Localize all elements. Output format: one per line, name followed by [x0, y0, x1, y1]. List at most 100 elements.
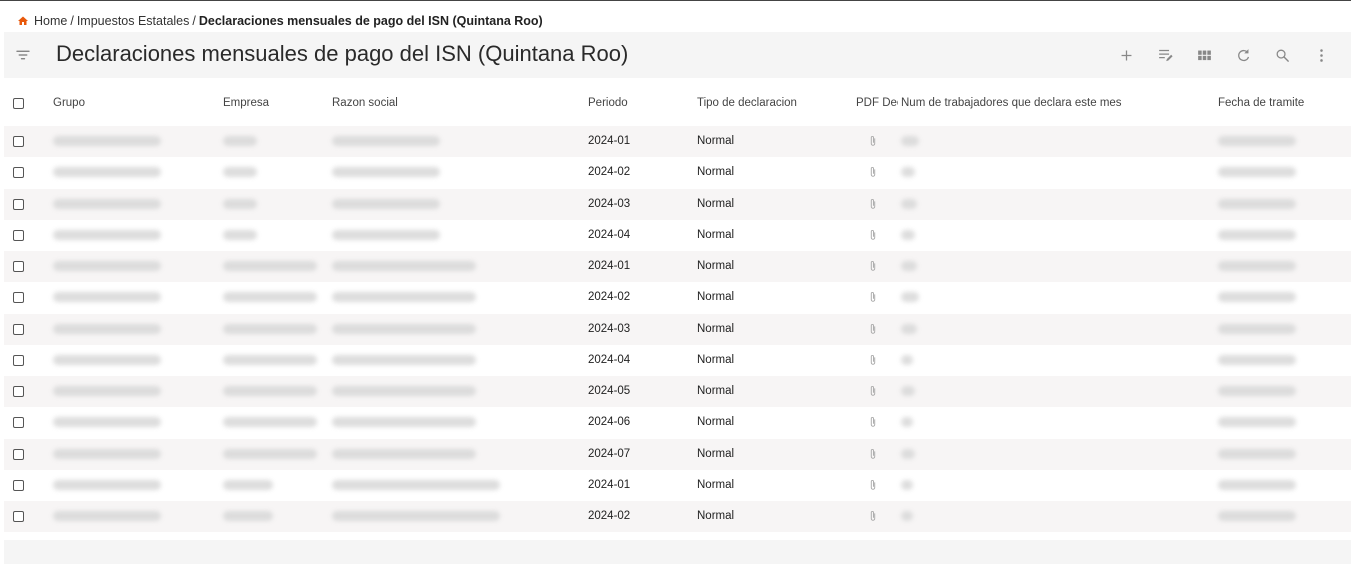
redacted-razon-social	[332, 136, 440, 146]
row-checkbox[interactable]	[13, 229, 24, 241]
redacted-empresa	[223, 354, 317, 365]
cell-tipo: Normal	[697, 416, 735, 429]
redacted-razon-social	[332, 323, 476, 334]
breadcrumb: Home / Impuestos Estatales / Declaracion…	[17, 12, 543, 30]
table-row[interactable]: 2024-03 Normal	[4, 313, 1351, 345]
attachment-icon[interactable]	[868, 198, 878, 210]
column-header-tipo[interactable]: Tipo de declaracion	[697, 97, 797, 109]
table-row[interactable]: 2024-01 Normal	[4, 251, 1351, 283]
table-row[interactable]: 2024-07 Normal	[4, 438, 1351, 470]
attachment-icon[interactable]	[868, 385, 878, 397]
column-header-empresa[interactable]: Empresa	[223, 97, 269, 109]
row-checkbox[interactable]	[13, 479, 24, 491]
redacted-empresa	[223, 417, 317, 428]
cell-periodo: 2024-04	[588, 228, 631, 241]
edit-columns-button[interactable]	[1146, 42, 1185, 68]
table-row[interactable]: 2024-02 Normal	[4, 157, 1351, 189]
cell-tipo: Normal	[697, 478, 735, 491]
attachment-icon[interactable]	[868, 291, 878, 303]
cell-periodo: 2024-07	[588, 447, 631, 460]
toolbar-actions	[1107, 42, 1341, 68]
row-checkbox[interactable]	[13, 448, 24, 460]
redacted-num-trabajadores	[901, 386, 915, 396]
redacted-fecha	[1218, 323, 1296, 334]
redacted-razon-social	[332, 417, 476, 428]
breadcrumb-section-link[interactable]: Impuestos Estatales	[77, 14, 190, 28]
attachment-icon[interactable]	[868, 166, 878, 178]
redacted-razon-social	[332, 167, 440, 178]
cell-periodo: 2024-01	[588, 260, 631, 272]
redacted-num-trabajadores	[901, 229, 915, 240]
attachment-icon[interactable]	[868, 135, 878, 147]
redacted-fecha	[1218, 511, 1296, 521]
redacted-grupo	[53, 354, 161, 365]
row-checkbox[interactable]	[13, 167, 24, 179]
search-button[interactable]	[1263, 42, 1302, 68]
redacted-fecha	[1218, 229, 1296, 240]
redacted-fecha	[1218, 261, 1296, 271]
refresh-button[interactable]	[1224, 42, 1263, 68]
redacted-fecha	[1218, 292, 1296, 303]
row-checkbox[interactable]	[13, 136, 24, 147]
table-row[interactable]: 2024-01 Normal	[4, 126, 1351, 158]
redacted-fecha	[1218, 167, 1296, 178]
table-row[interactable]: 2024-04 Normal	[4, 344, 1351, 376]
row-checkbox[interactable]	[13, 323, 24, 335]
column-header-num-trabajadores[interactable]: Num de trabajadores que declara este mes	[901, 97, 1122, 109]
row-checkbox[interactable]	[13, 292, 24, 304]
redacted-empresa	[223, 167, 257, 178]
more-vert-icon	[1320, 48, 1323, 62]
redacted-razon-social	[332, 354, 476, 365]
table-row[interactable]: 2024-04 Normal	[4, 219, 1351, 251]
redacted-empresa	[223, 198, 257, 209]
grid-view-button[interactable]	[1185, 42, 1224, 68]
row-checkbox[interactable]	[13, 261, 24, 272]
redacted-empresa	[223, 323, 317, 334]
add-button[interactable]	[1107, 42, 1146, 68]
attachment-icon[interactable]	[868, 354, 878, 366]
attachment-icon[interactable]	[868, 229, 878, 241]
add-icon	[1121, 50, 1132, 60]
table-row[interactable]: 2024-05 Normal	[4, 376, 1351, 408]
column-header-periodo[interactable]: Periodo	[588, 97, 628, 109]
redacted-grupo	[53, 386, 161, 396]
breadcrumb-home-link[interactable]: Home	[34, 14, 67, 28]
table-row[interactable]: 2024-03 Normal	[4, 188, 1351, 220]
attachment-icon[interactable]	[868, 323, 878, 335]
attachment-icon[interactable]	[868, 260, 878, 272]
redacted-fecha	[1218, 417, 1296, 428]
column-header-pdf[interactable]: PDF Dec	[856, 97, 898, 109]
table-row[interactable]: 2024-02 Normal	[4, 282, 1351, 314]
breadcrumb-current: Declaraciones mensuales de pago del ISN …	[198, 14, 543, 28]
column-header-grupo[interactable]: Grupo	[53, 97, 85, 109]
redacted-razon-social	[332, 386, 476, 396]
attachment-icon[interactable]	[868, 510, 878, 522]
row-checkbox[interactable]	[13, 511, 24, 522]
more-options-button[interactable]	[1302, 42, 1341, 68]
redacted-fecha	[1218, 448, 1296, 459]
home-icon[interactable]	[17, 15, 29, 27]
redacted-grupo	[53, 448, 161, 459]
redacted-grupo	[53, 198, 161, 209]
attachment-icon[interactable]	[868, 416, 878, 428]
row-checkbox[interactable]	[13, 386, 24, 397]
table-row[interactable]: 2024-06 Normal	[4, 407, 1351, 439]
row-checkbox[interactable]	[13, 198, 24, 210]
row-checkbox[interactable]	[13, 417, 24, 429]
cell-periodo: 2024-02	[588, 291, 631, 304]
attachment-icon[interactable]	[868, 448, 878, 460]
table-header: Grupo Empresa Razon social Periodo Tipo …	[4, 80, 1351, 126]
redacted-empresa	[223, 511, 273, 521]
filter-icon[interactable]	[14, 46, 32, 64]
column-header-razon-social[interactable]: Razon social	[332, 97, 398, 109]
table-row[interactable]: 2024-02 Normal	[4, 501, 1351, 533]
select-all-checkbox[interactable]	[13, 98, 24, 109]
redacted-num-trabajadores	[901, 511, 913, 521]
attachment-icon[interactable]	[868, 479, 878, 491]
cell-tipo: Normal	[697, 228, 735, 241]
column-header-fecha[interactable]: Fecha de tramite	[1218, 97, 1304, 109]
table-row[interactable]: 2024-01 Normal	[4, 469, 1351, 501]
redacted-razon-social	[332, 292, 476, 303]
row-checkbox[interactable]	[13, 354, 24, 366]
redacted-num-trabajadores	[901, 261, 917, 271]
